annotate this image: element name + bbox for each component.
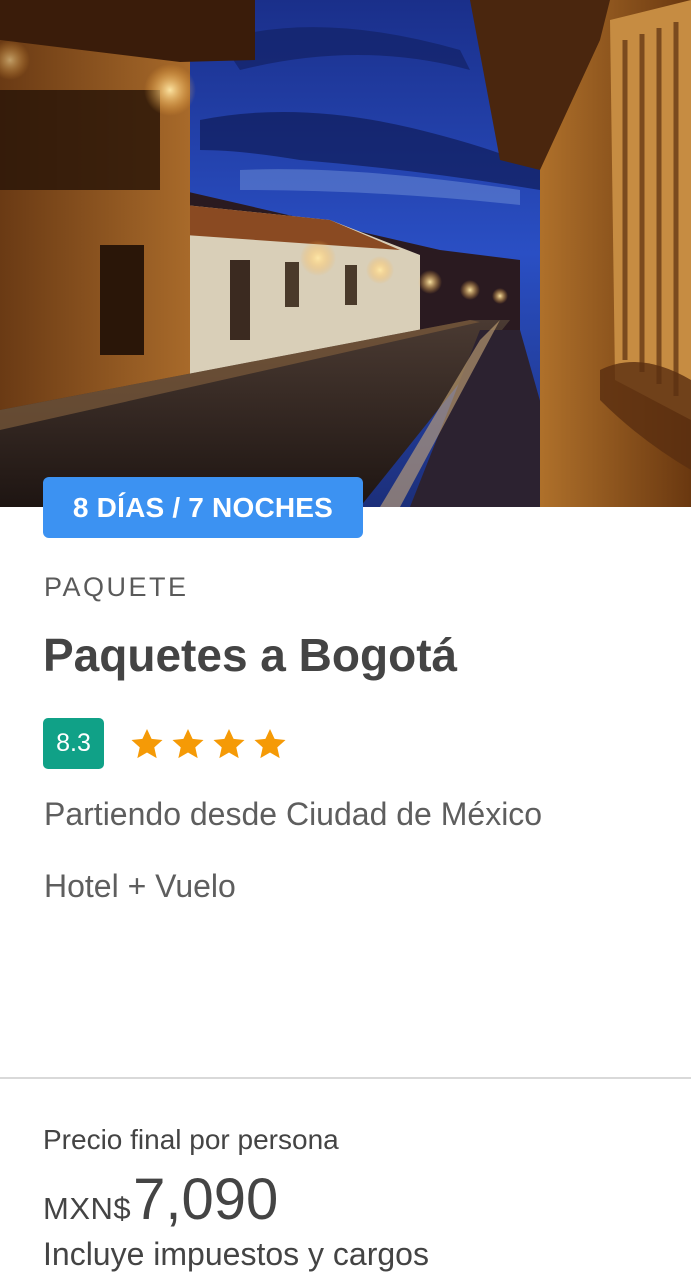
hero-photo[interactable] bbox=[0, 0, 691, 507]
package-card[interactable]: 8 DÍAS / 7 NOCHES PAQUETE Paquetes a Bog… bbox=[0, 0, 691, 1280]
star-icon bbox=[169, 725, 207, 763]
star-rating bbox=[128, 725, 289, 763]
star-icon bbox=[128, 725, 166, 763]
star-icon bbox=[251, 725, 289, 763]
departure-city: Partiendo desde Ciudad de México bbox=[44, 796, 543, 832]
duration-text: 8 DÍAS / 7 NOCHES bbox=[72, 491, 334, 523]
price-label: Precio final por persona bbox=[43, 1124, 339, 1155]
price-amount: 7,090 bbox=[133, 1167, 279, 1232]
package-title[interactable]: Paquetes a Bogotá bbox=[43, 628, 457, 682]
product-category: PAQUETE bbox=[44, 572, 189, 602]
price-taxes-note: Incluye impuestos y cargos bbox=[43, 1236, 429, 1272]
rating-score-badge: 8.3 bbox=[43, 718, 104, 769]
divider bbox=[0, 1077, 691, 1079]
price-currency: MXN$ bbox=[43, 1191, 132, 1226]
star-icon bbox=[210, 725, 248, 763]
duration-badge: 8 DÍAS / 7 NOCHES bbox=[43, 477, 363, 538]
price: MXN$ 7,090 bbox=[43, 1166, 278, 1233]
package-includes: Hotel + Vuelo bbox=[44, 868, 236, 904]
rating-row: 8.3 bbox=[43, 718, 289, 769]
